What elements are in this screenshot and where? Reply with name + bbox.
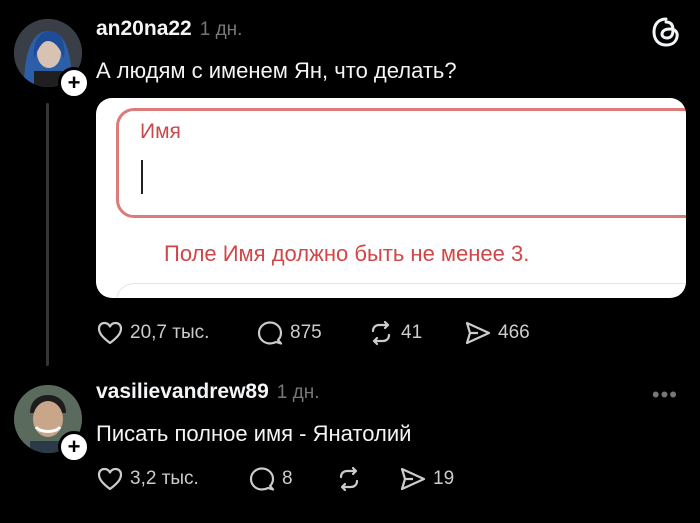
reply-count: 875 — [290, 322, 322, 343]
post-text: Писать полное имя - Янатолий — [96, 421, 412, 446]
reply-button[interactable]: 875 — [256, 319, 367, 347]
thread-line — [46, 103, 49, 366]
repost-button[interactable]: 41 — [367, 319, 464, 347]
error-message: Поле Имя должно быть не менее 3. — [164, 241, 530, 266]
share-count: 466 — [498, 322, 530, 343]
like-count: 20,7 тыс. — [130, 322, 210, 343]
like-count: 3,2 тыс. — [130, 468, 199, 489]
post-time: 1 дн. — [199, 19, 243, 40]
post-image[interactable]: Имя Поле Имя должно быть не менее 3. — [96, 98, 686, 298]
post-actions: 20,7 тыс. 875 41 466 — [96, 319, 530, 347]
send-icon — [465, 321, 491, 345]
like-button[interactable]: 3,2 тыс. — [96, 465, 248, 493]
threads-logo-icon[interactable] — [650, 16, 682, 48]
post-header: vasilievandrew89 1 дн. — [96, 380, 320, 404]
share-button[interactable]: 19 — [399, 465, 454, 493]
follow-button[interactable]: + — [58, 431, 90, 463]
repost-count: 41 — [401, 322, 423, 343]
post-actions: 3,2 тыс. 8 19 — [96, 465, 454, 493]
heart-icon — [97, 467, 123, 491]
post-header: an20na22 1 дн. — [96, 17, 242, 41]
post-time: 1 дн. — [276, 382, 320, 403]
share-count: 19 — [433, 468, 455, 489]
repost-icon — [371, 320, 391, 346]
comment-icon — [249, 467, 275, 491]
next-field — [116, 283, 686, 298]
username[interactable]: an20na22 — [96, 17, 192, 41]
send-icon — [400, 467, 426, 491]
text-caret — [141, 160, 143, 194]
repost-icon — [339, 466, 359, 492]
field-label: Имя — [140, 120, 181, 143]
more-options-icon[interactable]: ••• — [652, 382, 678, 408]
reply-button[interactable]: 8 — [248, 465, 335, 493]
follow-button[interactable]: + — [58, 67, 90, 99]
like-button[interactable]: 20,7 тыс. — [96, 319, 256, 347]
share-button[interactable]: 466 — [464, 319, 530, 347]
reply-count: 8 — [282, 468, 293, 489]
heart-icon — [97, 321, 123, 345]
name-field — [116, 108, 686, 218]
repost-button[interactable] — [335, 465, 399, 493]
username[interactable]: vasilievandrew89 — [96, 380, 269, 404]
comment-icon — [257, 321, 283, 345]
post-text: А людям с именем Ян, что делать? — [96, 58, 457, 83]
